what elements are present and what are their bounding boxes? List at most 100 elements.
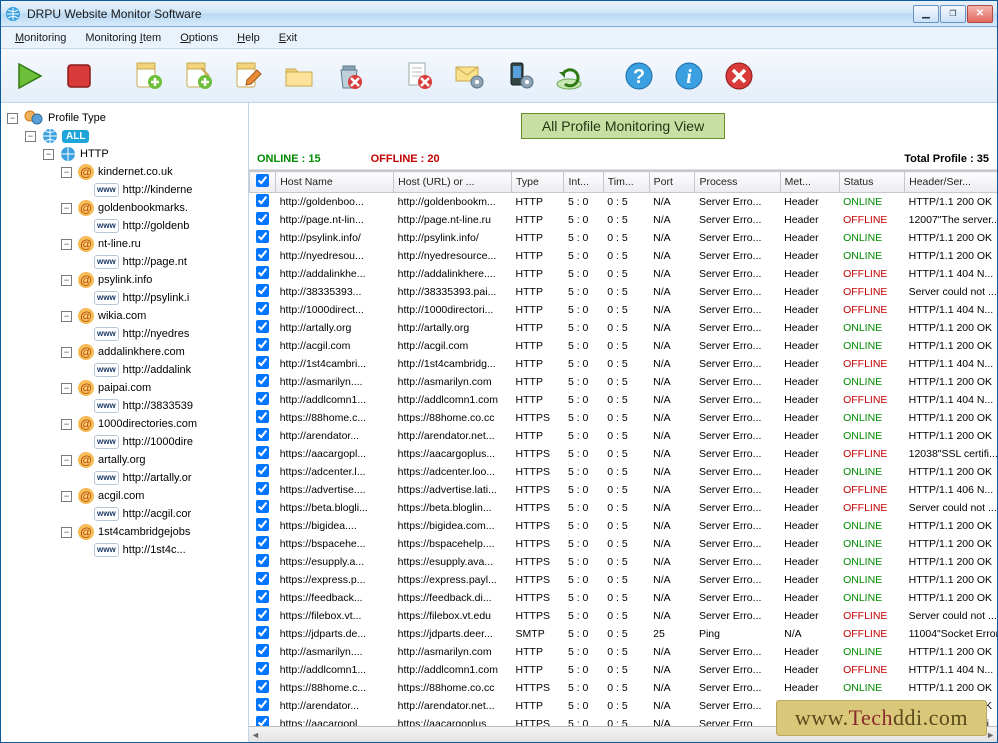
row-checkbox[interactable] [256,590,269,603]
table-row[interactable]: http://artally.orghttp://artally.orgHTTP… [250,319,998,337]
table-row[interactable]: https://88home.c...https://88home.co.ccH… [250,679,998,697]
table-row[interactable]: https://jdparts.de...https://jdparts.dee… [250,625,998,643]
row-checkbox[interactable] [256,662,269,675]
column-header[interactable]: Int... [564,172,603,193]
play-button[interactable] [9,56,49,96]
row-checkbox[interactable] [256,212,269,225]
collapse-icon[interactable]: − [61,491,72,502]
collapse-icon[interactable]: − [61,455,72,466]
refresh-button[interactable] [549,56,589,96]
row-checkbox[interactable] [256,284,269,297]
collapse-icon[interactable]: − [61,275,72,286]
table-row[interactable]: https://bspacehe...https://bspacehelp...… [250,535,998,553]
row-checkbox[interactable] [256,536,269,549]
tree-site-url[interactable]: wwwhttp://artally.or [3,469,246,487]
collapse-icon[interactable]: − [7,113,18,124]
table-row[interactable]: https://advertise....https://advertise.l… [250,481,998,499]
row-checkbox[interactable] [256,320,269,333]
tree-site[interactable]: −@addalinkhere.com [3,343,246,361]
sidebar[interactable]: − Profile Type − ALL − HTTP −@kindernet. [1,103,249,742]
menu-help[interactable]: Help [229,30,268,46]
collapse-icon[interactable]: − [61,203,72,214]
table-row[interactable]: http://arendator...http://arendator.net.… [250,427,998,445]
checkbox-column-header[interactable] [250,172,276,193]
menu-exit[interactable]: Exit [271,30,305,46]
tree-site[interactable]: −@wikia.com [3,307,246,325]
column-header[interactable]: Type [512,172,564,193]
exit-button[interactable] [719,56,759,96]
tree-site[interactable]: −@goldenbookmarks. [3,199,246,217]
close-button[interactable] [967,5,993,23]
column-header[interactable]: Header/Ser... [905,172,997,193]
collapse-icon[interactable]: − [43,149,54,160]
table-row[interactable]: http://page.nt-lin...http://page.nt-line… [250,211,998,229]
tree-site[interactable]: −@kindernet.co.uk [3,163,246,181]
table-row[interactable]: https://filebox.vt...https://filebox.vt.… [250,607,998,625]
column-header[interactable]: Status [839,172,905,193]
column-header[interactable]: Host Name [276,172,394,193]
column-header[interactable]: Port [649,172,695,193]
collapse-icon[interactable]: − [61,419,72,430]
table-row[interactable]: http://psylink.info/http://psylink.info/… [250,229,998,247]
minimize-button[interactable] [913,5,939,23]
doc-delete-button[interactable] [399,56,439,96]
row-checkbox[interactable] [256,230,269,243]
row-checkbox[interactable] [256,608,269,621]
row-checkbox[interactable] [256,716,269,726]
table-row[interactable]: http://addlcomn1...http://addlcomn1.comH… [250,661,998,679]
monitor-table-wrap[interactable]: Host NameHost (URL) or ...TypeInt...Tim.… [249,170,997,726]
collapse-icon[interactable]: − [25,131,36,142]
table-row[interactable]: https://beta.blogli...https://beta.blogl… [250,499,998,517]
row-checkbox[interactable] [256,266,269,279]
table-row[interactable]: http://addalinkhe...http://addalinkhere.… [250,265,998,283]
table-row[interactable]: http://1st4cambri...http://1st4cambridg.… [250,355,998,373]
tree-site-url[interactable]: wwwhttp://3833539 [3,397,246,415]
column-header[interactable]: Process [695,172,780,193]
tree-site-url[interactable]: wwwhttp://goldenb [3,217,246,235]
column-header[interactable]: Met... [780,172,839,193]
help-button[interactable]: ? [619,56,659,96]
column-header[interactable]: Host (URL) or ... [394,172,512,193]
row-checkbox[interactable] [256,356,269,369]
tree-site[interactable]: −@1000directories.com [3,415,246,433]
row-checkbox[interactable] [256,446,269,459]
tree-all[interactable]: − ALL [3,127,246,145]
add-wizard-button[interactable] [179,56,219,96]
table-row[interactable]: https://esupply.a...https://esupply.ava.… [250,553,998,571]
row-checkbox[interactable] [256,518,269,531]
table-row[interactable]: https://express.p...https://express.payl… [250,571,998,589]
row-checkbox[interactable] [256,572,269,585]
collapse-icon[interactable]: − [61,347,72,358]
tree-root[interactable]: − Profile Type [3,109,246,127]
menu-monitoring[interactable]: Monitoring [7,30,74,46]
folder-button[interactable] [279,56,319,96]
row-checkbox[interactable] [256,374,269,387]
table-row[interactable]: https://adcenter.l...https://adcenter.lo… [250,463,998,481]
tree-site-url[interactable]: wwwhttp://psylink.i [3,289,246,307]
row-checkbox[interactable] [256,626,269,639]
collapse-icon[interactable]: − [61,311,72,322]
tree-site[interactable]: −@paipai.com [3,379,246,397]
menu-options[interactable]: Options [172,30,226,46]
maximize-button[interactable] [940,5,966,23]
row-checkbox[interactable] [256,338,269,351]
row-checkbox[interactable] [256,698,269,711]
tree-site[interactable]: −@nt-line.ru [3,235,246,253]
tree-site[interactable]: −@artally.org [3,451,246,469]
table-row[interactable]: https://feedback...https://feedback.di..… [250,589,998,607]
table-row[interactable]: http://addlcomn1...http://addlcomn1.comH… [250,391,998,409]
row-checkbox[interactable] [256,248,269,261]
row-checkbox[interactable] [256,554,269,567]
row-checkbox[interactable] [256,428,269,441]
table-row[interactable]: http://1000direct...http://1000directori… [250,301,998,319]
table-row[interactable]: http://asmarilyn....http://asmarilyn.com… [250,373,998,391]
column-header[interactable]: Tim... [603,172,649,193]
edit-profile-button[interactable] [229,56,269,96]
table-row[interactable]: https://aacargopl...https://aacargoplus.… [250,445,998,463]
collapse-icon[interactable]: − [61,383,72,394]
table-row[interactable]: http://goldenboo...http://goldenbookm...… [250,193,998,212]
row-checkbox[interactable] [256,410,269,423]
tree-http[interactable]: − HTTP [3,145,246,163]
tree-site[interactable]: −@acgil.com [3,487,246,505]
table-row[interactable]: http://asmarilyn....http://asmarilyn.com… [250,643,998,661]
